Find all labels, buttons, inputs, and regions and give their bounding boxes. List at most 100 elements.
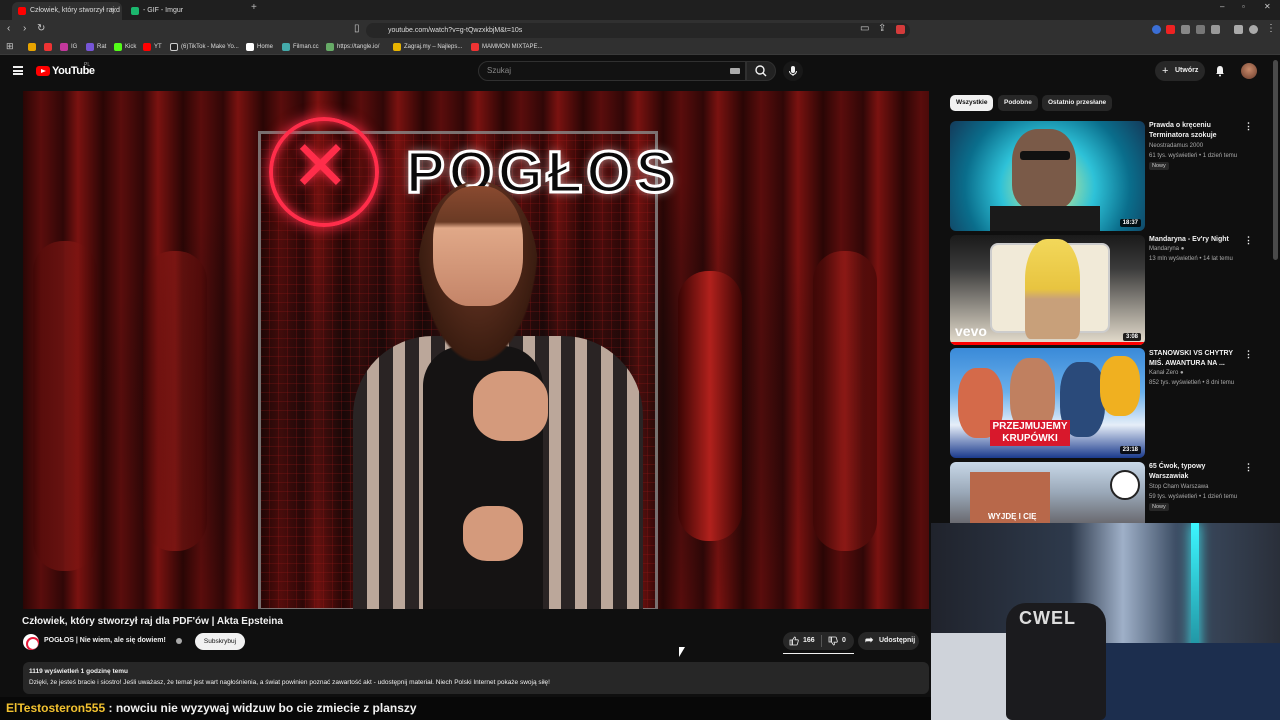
thumbnail-caption: WYJDĘ I CIĘ bbox=[988, 512, 1037, 521]
background-lamp bbox=[143, 251, 207, 551]
chip-recently-uploaded[interactable]: Ostatnio przesłane bbox=[1042, 95, 1113, 111]
like-dislike-group: 166 0 bbox=[783, 632, 854, 650]
search-button[interactable] bbox=[746, 61, 776, 81]
sunglasses bbox=[1020, 151, 1070, 160]
browser-tab-imgur[interactable]: - GIF - Imgur bbox=[125, 2, 245, 20]
view-stats: 1119 wyświetleń 1 godzinę temu bbox=[29, 668, 128, 675]
more-options-icon[interactable]: ⋮ bbox=[1244, 462, 1253, 473]
voice-search-button[interactable] bbox=[783, 61, 803, 81]
chip-all[interactable]: Wszystkie bbox=[950, 95, 994, 111]
video-thumbnail[interactable]: PRZEJMUJEMY KRUPÓWKI 23:18 bbox=[950, 348, 1145, 458]
back-icon[interactable]: ‹ bbox=[7, 23, 10, 34]
bookmark-item[interactable]: MAMMON MIXTAPE... bbox=[471, 42, 543, 52]
more-options-icon[interactable]: ⋮ bbox=[1244, 121, 1253, 132]
url-text: youtube.com/watch?v=g-tQwzxkbjM&t=10s bbox=[388, 27, 523, 34]
channel-avatar[interactable] bbox=[23, 634, 39, 650]
channel-name[interactable]: Mandaryna ● bbox=[1149, 246, 1184, 252]
video-meta: 852 tys. wyświetleń • 8 dni temu bbox=[1149, 380, 1235, 386]
extension-icon[interactable] bbox=[1181, 25, 1190, 34]
close-tab-icon[interactable]: ✕ bbox=[110, 2, 117, 20]
video-meta: 59 tys. wyświetleń • 1 dzień temu bbox=[1149, 494, 1238, 500]
forward-icon[interactable]: › bbox=[23, 23, 26, 34]
stop-cham-logo-icon bbox=[1110, 470, 1140, 500]
dislike-button[interactable] bbox=[828, 636, 838, 654]
thumbnail-figure bbox=[1025, 239, 1080, 339]
bookmark-item[interactable]: Rat bbox=[86, 42, 106, 52]
extension-icon[interactable] bbox=[1196, 25, 1205, 34]
channel-name[interactable]: Stop Cham Warszawa bbox=[1149, 484, 1208, 490]
video-title-link[interactable]: 65 Ćwok, typowy Warszawiak bbox=[1149, 462, 1239, 482]
browser-tab-active[interactable]: Człowiek, który stworzył raj d ✕ bbox=[12, 2, 122, 20]
thumbs-down-icon bbox=[828, 636, 838, 646]
microphone-icon bbox=[789, 66, 797, 76]
extension-icon[interactable] bbox=[1211, 25, 1220, 34]
extension-icon[interactable] bbox=[1152, 25, 1161, 34]
vevo-logo: vevo bbox=[955, 323, 987, 339]
notifications-bell-icon[interactable] bbox=[1214, 65, 1226, 77]
new-tab-icon[interactable]: + bbox=[251, 2, 257, 13]
new-badge: Nowy bbox=[1149, 503, 1169, 511]
video-thumbnail[interactable]: WYJDĘ I CIĘ bbox=[950, 462, 1145, 523]
bookmark-item[interactable]: (6)TikTok - Make Yo... bbox=[170, 42, 239, 52]
video-player[interactable]: POGŁOS bbox=[23, 91, 929, 609]
verified-check-icon: ● bbox=[1180, 370, 1184, 376]
bookmark-item[interactable]: Filman.cc bbox=[282, 42, 319, 52]
cast-icon[interactable]: ▭ bbox=[860, 23, 869, 34]
channel-name[interactable]: Neostradamus 2000 bbox=[1149, 143, 1203, 149]
video-title-link[interactable]: STANOWSKI VS CHYTRY MIŚ. AWANTURA NA ... bbox=[1149, 349, 1239, 369]
chip-related[interactable]: Podobne bbox=[998, 95, 1038, 111]
address-bar[interactable]: youtube.com/watch?v=g-tQwzxkbjM&t=10s bbox=[366, 23, 910, 38]
bookmark-item[interactable]: Kick bbox=[114, 42, 136, 52]
browser-menu-icon[interactable]: ⋮ bbox=[1266, 23, 1276, 34]
bookmark-item[interactable]: Zagraj.my – Najleps... bbox=[393, 42, 462, 52]
video-title-link[interactable]: Prawda o kręceniu Terminatora szokuje bbox=[1149, 121, 1239, 141]
channel-name[interactable]: POGŁOS | Nie wiem, ale się dowiem! bbox=[44, 637, 166, 644]
create-button[interactable]: + Utwórz bbox=[1155, 61, 1205, 81]
extension-icon[interactable] bbox=[896, 25, 905, 34]
like-button[interactable] bbox=[789, 636, 799, 654]
profile-icon[interactable] bbox=[1249, 25, 1258, 34]
maximize-icon[interactable]: ▫ bbox=[1242, 2, 1245, 11]
description-text: Dzięki, że jesteś bracie i siostro! Jeśl… bbox=[29, 679, 550, 686]
page-scrollbar[interactable] bbox=[1273, 60, 1278, 260]
webcam-overlay: CWEL bbox=[931, 523, 1280, 720]
extension-icon[interactable] bbox=[1166, 25, 1175, 34]
divider bbox=[821, 635, 822, 647]
apps-icon[interactable]: ⊞ bbox=[6, 41, 14, 52]
pointing-hand bbox=[473, 371, 548, 441]
media-icon[interactable] bbox=[1234, 25, 1243, 34]
verified-check-icon: ● bbox=[1180, 246, 1185, 252]
video-thumbnail[interactable]: 18:37 bbox=[950, 121, 1145, 231]
more-options-icon[interactable]: ⋮ bbox=[1244, 235, 1253, 246]
bookmark-item[interactable]: Home bbox=[246, 42, 273, 52]
chat-message-text: : nowciu nie wyzywaj widzuw bo cie zmiec… bbox=[105, 701, 417, 715]
bookmark-item[interactable]: https://tangle.io/ bbox=[326, 42, 379, 52]
video-duration: 3:08 bbox=[1122, 333, 1141, 341]
imgur-favicon-icon bbox=[131, 7, 139, 15]
thumbnail-caption: PRZEJMUJEMY KRUPÓWKI bbox=[990, 420, 1070, 446]
video-thumbnail[interactable]: vevo 3:08 bbox=[950, 235, 1145, 345]
dislike-count: 0 bbox=[842, 637, 846, 644]
bookmark-item[interactable]: IG bbox=[60, 42, 77, 52]
channel-name[interactable]: Kanał Zero ● bbox=[1149, 370, 1184, 376]
share-page-icon[interactable]: ⇪ bbox=[878, 23, 886, 34]
close-window-icon[interactable]: ✕ bbox=[1264, 2, 1271, 11]
face bbox=[433, 186, 523, 306]
video-title-link[interactable]: Mandaryna - Ev'ry Night bbox=[1149, 235, 1239, 245]
thumbnail-figure bbox=[1012, 129, 1076, 209]
hamburger-menu-icon[interactable] bbox=[13, 66, 23, 75]
presenter bbox=[323, 181, 653, 609]
bookmark-item[interactable]: YT bbox=[143, 42, 162, 52]
reload-icon[interactable]: ↻ bbox=[37, 23, 45, 34]
webcam-blanket bbox=[1081, 643, 1280, 720]
chat-username: ElTestosteron555 bbox=[6, 701, 106, 715]
keyboard-icon[interactable] bbox=[730, 68, 740, 74]
more-options-icon[interactable]: ⋮ bbox=[1244, 349, 1253, 360]
search-input[interactable]: Szukaj bbox=[478, 61, 746, 81]
user-avatar[interactable] bbox=[1241, 63, 1257, 79]
minimize-icon[interactable]: – bbox=[1220, 2, 1224, 11]
bookmark-icon[interactable]: ▯ bbox=[354, 23, 360, 34]
subscribe-button[interactable]: Subskrybuj bbox=[195, 633, 245, 650]
share-button[interactable]: ➦ Udostępnij bbox=[858, 632, 919, 650]
description-box[interactable]: 1119 wyświetleń 1 godzinę temu Dzięki, ż… bbox=[23, 662, 929, 694]
